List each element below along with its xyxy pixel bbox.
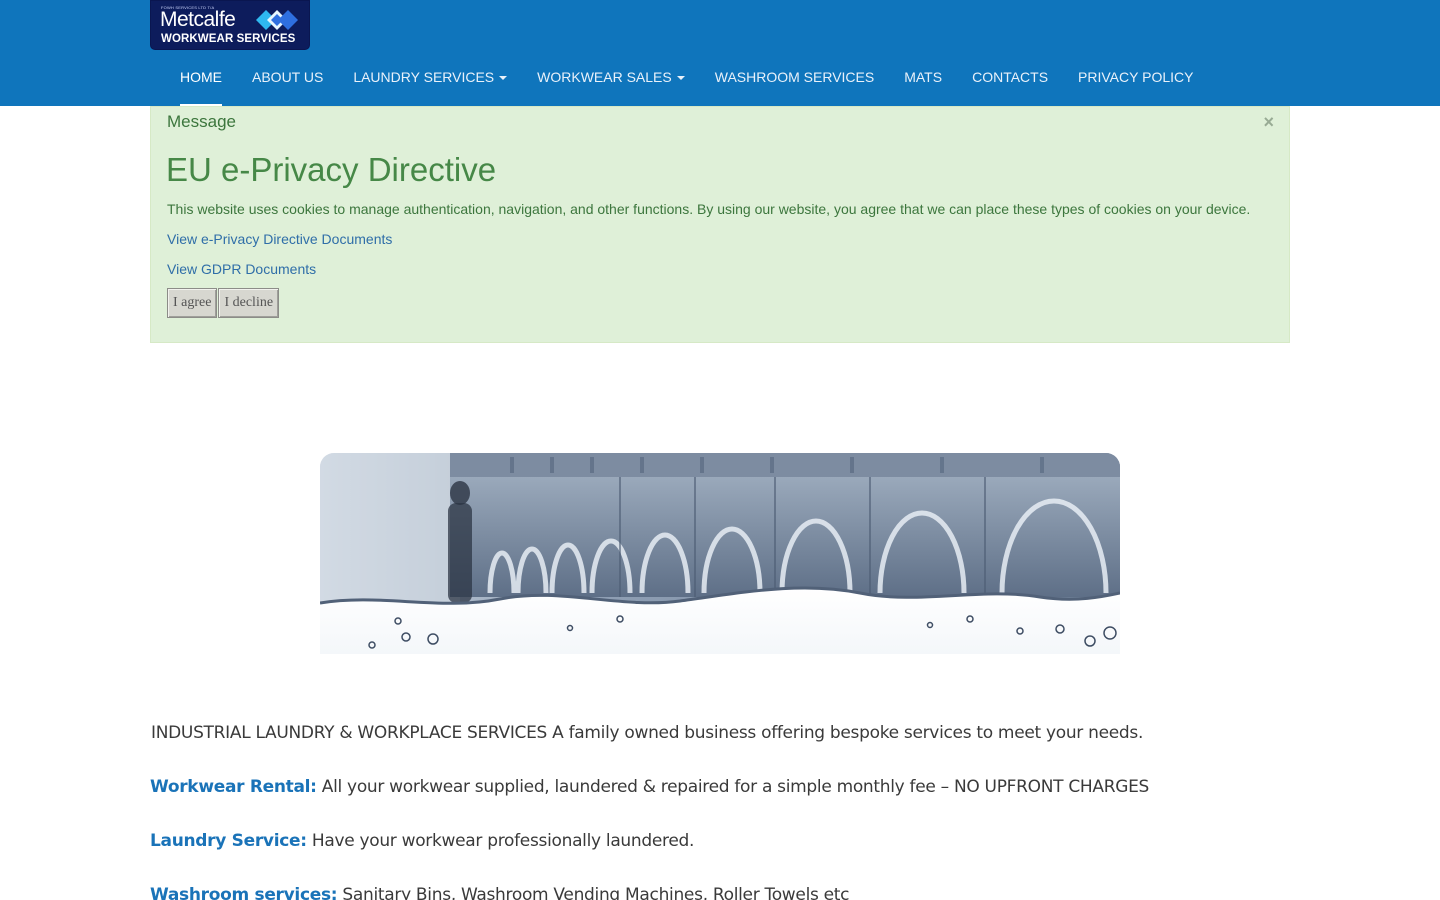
alert-title: EU e-Privacy Directive: [166, 151, 497, 188]
agree-button[interactable]: I agree: [167, 288, 218, 318]
nav-item-home[interactable]: HOME: [165, 54, 237, 106]
caret-down-icon: [499, 76, 508, 81]
laundry-service-link[interactable]: Laundry Service:: [150, 831, 307, 851]
nav-item-privacy-policy[interactable]: PRIVACY POLICY: [1063, 54, 1208, 106]
laundry-service-text: Have your workwear professionally launde…: [306, 831, 695, 851]
nav-label: CONTACTS: [972, 69, 1049, 85]
laundry-service-paragraph: Laundry Service: Have your workwear prof…: [150, 831, 694, 851]
logo-subtitle: WORKWEAR SERVICES: [161, 33, 296, 45]
intro-paragraph: INDUSTRIAL LAUNDRY & WORKPLACE SERVICES …: [151, 723, 1144, 743]
washroom-services-text: Sanitary Bins, Washroom Vending Machines…: [337, 885, 850, 900]
nav-item-washroom-services[interactable]: WASHROOM SERVICES: [700, 54, 889, 106]
decline-button[interactable]: I decline: [218, 288, 280, 318]
site-logo[interactable]: FOWH SERVICES LTD T/A Metcalfe WORKWEAR …: [150, 0, 310, 50]
eprivacy-documents-link[interactable]: View e-Privacy Directive Documents: [167, 231, 392, 247]
washroom-services-paragraph: Washroom services: Sanitary Bins, Washro…: [150, 885, 850, 900]
nav-item-workwear-sales[interactable]: WORKWEAR SALES: [522, 54, 700, 106]
caret-down-icon: [676, 76, 685, 81]
workwear-rental-link[interactable]: Workwear Rental:: [150, 777, 317, 797]
laundry-banner-image: [320, 453, 1120, 654]
washroom-services-link[interactable]: Washroom services:: [150, 885, 338, 900]
close-icon[interactable]: ×: [1263, 112, 1274, 133]
workwear-rental-paragraph: Workwear Rental: All your workwear suppl…: [150, 777, 1149, 797]
logo-name: Metcalfe: [160, 8, 236, 31]
diamond-logo-icon: [256, 10, 298, 30]
nav-item-mats[interactable]: MATS: [889, 54, 957, 106]
alert-message: This website uses cookies to manage auth…: [167, 201, 1251, 217]
nav-label: WORKWEAR SALES: [537, 69, 672, 85]
nav-label: MATS: [904, 69, 943, 85]
nav-label: HOME: [180, 69, 222, 85]
main-nav: HOME ABOUT US LAUNDRY SERVICES WORKWEAR …: [165, 54, 1208, 106]
nav-label: PRIVACY POLICY: [1078, 69, 1194, 85]
laundry-machines-illustration: [320, 453, 1120, 654]
nav-label: LAUNDRY SERVICES: [353, 69, 495, 85]
cookie-consent-alert: Message × EU e-Privacy Directive This we…: [150, 106, 1290, 343]
site-header: FOWH SERVICES LTD T/A Metcalfe WORKWEAR …: [0, 0, 1440, 106]
consent-button-group: I agree I decline: [167, 288, 280, 318]
nav-item-about-us[interactable]: ABOUT US: [237, 54, 338, 106]
nav-item-laundry-services[interactable]: LAUNDRY SERVICES: [338, 54, 522, 106]
nav-label: WASHROOM SERVICES: [714, 69, 875, 85]
workwear-rental-text: All your workwear supplied, laundered & …: [316, 777, 1150, 797]
nav-label: ABOUT US: [252, 69, 324, 85]
alert-heading: Message: [167, 112, 236, 131]
nav-item-contacts[interactable]: CONTACTS: [957, 54, 1063, 106]
gdpr-documents-link[interactable]: View GDPR Documents: [167, 261, 316, 277]
